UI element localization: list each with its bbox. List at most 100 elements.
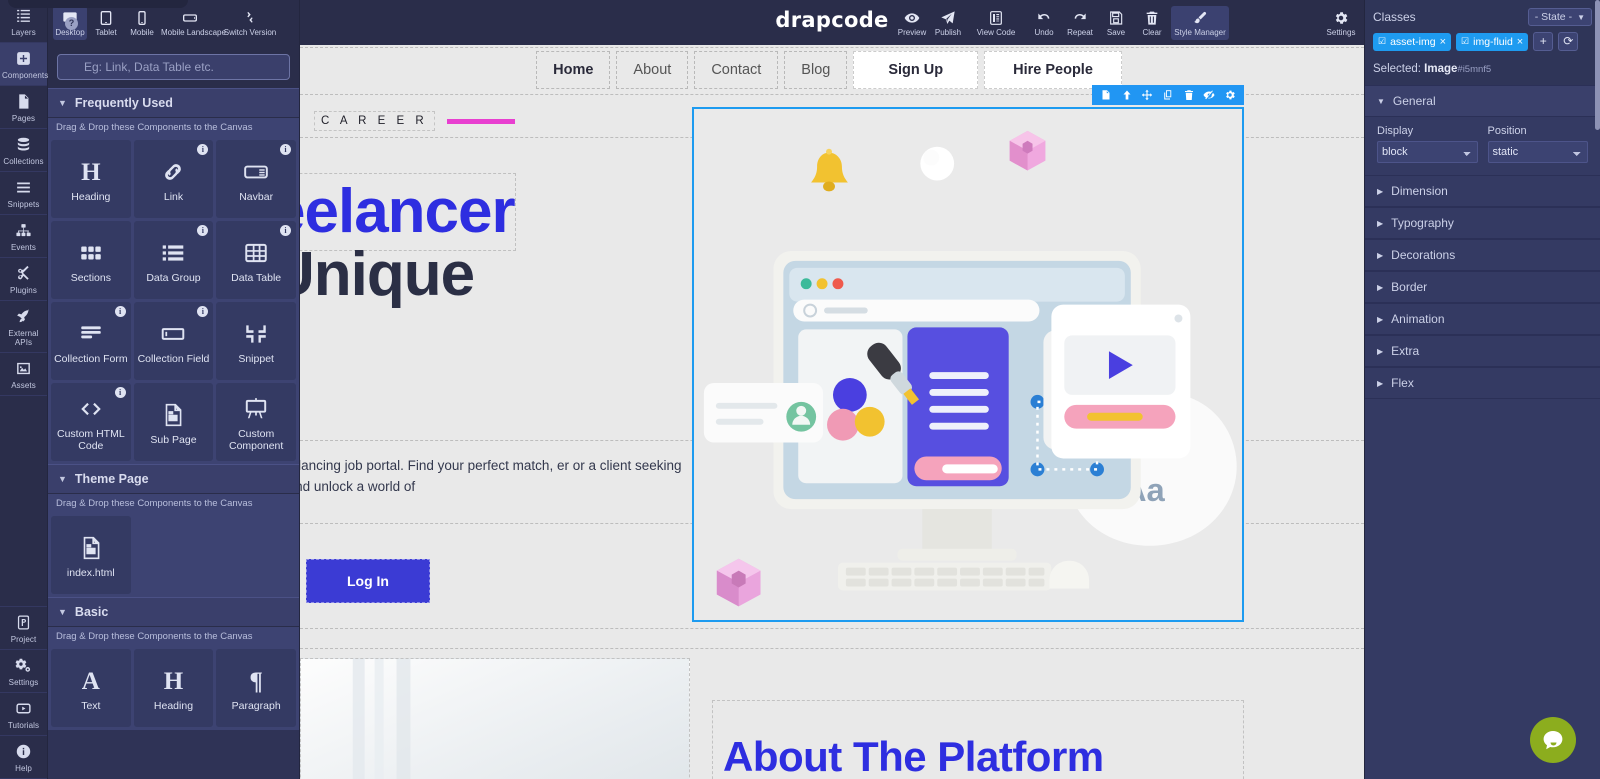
save-button[interactable]: Save bbox=[1099, 6, 1133, 40]
hero-eyebrow: C A R E E R bbox=[314, 111, 435, 131]
switch-version-button[interactable]: Switch Version bbox=[221, 6, 279, 40]
page-viewport[interactable]: Home About Contact Blog Sign Up Hire Peo… bbox=[300, 45, 1364, 779]
nav-item-blog[interactable]: Blog bbox=[784, 51, 848, 89]
sidebar-item-project[interactable]: Project bbox=[0, 607, 47, 650]
component-tile-heading[interactable]: H Heading bbox=[51, 140, 131, 218]
arrow-up-parent-icon[interactable] bbox=[1121, 89, 1133, 101]
sidebar-item-snippets[interactable]: Snippets bbox=[0, 172, 47, 215]
section-header-basic[interactable]: ▼ Basic bbox=[48, 597, 299, 627]
component-tile-link[interactable]: i Link bbox=[133, 140, 214, 218]
move-arrows-icon[interactable] bbox=[1141, 89, 1153, 101]
trash-icon[interactable] bbox=[1183, 89, 1195, 101]
component-tile-snippet[interactable]: Snippet bbox=[216, 302, 296, 380]
preview-button[interactable]: Preview bbox=[895, 6, 929, 40]
info-icon[interactable]: i bbox=[197, 144, 209, 155]
layer-select-icon[interactable] bbox=[1100, 89, 1112, 101]
component-tile-sub-page[interactable]: Sub Page bbox=[133, 383, 214, 461]
accordion-animation[interactable]: ▶ Animation bbox=[1365, 303, 1600, 335]
nav-item-sign-up[interactable]: Sign Up bbox=[853, 51, 979, 89]
device-tablet-button[interactable]: Tablet bbox=[89, 6, 123, 40]
info-icon[interactable]: i bbox=[197, 306, 209, 317]
sidebar-item-tutorials[interactable]: Tutorials bbox=[0, 693, 47, 736]
checkbox-icon[interactable]: ☑ bbox=[1461, 36, 1469, 47]
accordion-decorations[interactable]: ▶ Decorations bbox=[1365, 239, 1600, 271]
accordion-typography[interactable]: ▶ Typography bbox=[1365, 207, 1600, 239]
info-icon[interactable]: i bbox=[279, 225, 291, 236]
hero-text-block: C A R E E R bbox=[300, 111, 684, 131]
section-header-frequently-used[interactable]: ▼ Frequently Used bbox=[48, 88, 299, 118]
sidebar-item-settings[interactable]: Settings bbox=[0, 650, 47, 693]
component-tile-custom-html-code[interactable]: i Custom HTML Code bbox=[51, 383, 131, 461]
repeat-redo-button[interactable]: Repeat bbox=[1063, 6, 1097, 40]
eye-slash-icon[interactable] bbox=[1203, 89, 1215, 101]
nav-item-contact[interactable]: Contact bbox=[694, 51, 779, 89]
undo-button[interactable]: Undo bbox=[1027, 6, 1061, 40]
search-input[interactable] bbox=[57, 54, 290, 80]
sidebar-item-help[interactable]: Help bbox=[0, 736, 47, 779]
panel-scrollbar[interactable] bbox=[1595, 0, 1600, 130]
accordion-flex[interactable]: ▶ Flex bbox=[1365, 367, 1600, 399]
component-label: Heading bbox=[153, 700, 194, 712]
add-class-button[interactable]: + bbox=[1533, 32, 1554, 51]
component-tile-paragraph[interactable]: ¶ Paragraph bbox=[216, 649, 296, 727]
accordion-general[interactable]: ▼ General bbox=[1365, 85, 1600, 117]
view-code-button[interactable]: View Code bbox=[967, 6, 1025, 40]
component-tile-heading-basic[interactable]: H Heading bbox=[133, 649, 214, 727]
accordion-extra[interactable]: ▶ Extra bbox=[1365, 335, 1600, 367]
section-hint: Drag & Drop these Components to the Canv… bbox=[48, 494, 299, 513]
component-tile-collection-form[interactable]: i Collection Form bbox=[51, 302, 131, 380]
class-chip-asset-img[interactable]: ☑ asset-img × bbox=[1373, 32, 1452, 51]
component-label: Paragraph bbox=[231, 700, 281, 712]
sidebar-item-assets[interactable]: Assets bbox=[0, 353, 47, 396]
component-tile-text[interactable]: A Text bbox=[51, 649, 131, 727]
info-icon[interactable]: i bbox=[197, 225, 209, 236]
nav-item-home[interactable]: Home bbox=[536, 51, 611, 89]
info-icon[interactable]: i bbox=[114, 306, 126, 317]
section-header-theme-page[interactable]: ▼ Theme Page bbox=[48, 464, 299, 494]
component-tile-custom-component[interactable]: Custom Component bbox=[216, 383, 296, 461]
clear-button[interactable]: Clear bbox=[1135, 6, 1169, 40]
position-select[interactable]: static bbox=[1487, 141, 1588, 163]
class-chip-img-fluid[interactable]: ☑ img-fluid × bbox=[1456, 32, 1529, 51]
chevron-down-icon: ▼ bbox=[1577, 12, 1585, 22]
nav-item-about[interactable]: About bbox=[616, 51, 689, 89]
style-manager-button[interactable]: Style Manager bbox=[1171, 5, 1229, 40]
state-selector[interactable]: - State - ▼ bbox=[1527, 8, 1592, 26]
sidebar-item-collections[interactable]: Collections bbox=[0, 129, 47, 172]
device-mobile-button[interactable]: Mobile bbox=[125, 6, 159, 40]
gear-icon[interactable] bbox=[1224, 89, 1236, 101]
accordion-dimension[interactable]: ▶ Dimension bbox=[1365, 175, 1600, 207]
component-tile-sections[interactable]: Sections bbox=[51, 221, 131, 299]
sidebar-item-external-apis[interactable]: External APIs bbox=[0, 301, 47, 353]
nav-item-hire-people[interactable]: Hire People bbox=[984, 51, 1122, 89]
component-tile-navbar[interactable]: i Navbar bbox=[216, 140, 296, 218]
about-photo[interactable] bbox=[300, 658, 690, 779]
refresh-classes-button[interactable]: ⟳ bbox=[1558, 32, 1579, 51]
heading-h-icon: H bbox=[81, 158, 101, 186]
components-panel: Desktop Tablet Mobile Mobile Landscape S… bbox=[48, 0, 300, 779]
component-tile-index-html[interactable]: index.html bbox=[51, 516, 131, 594]
chat-support-button[interactable] bbox=[1530, 717, 1576, 763]
sidebar-item-plugins[interactable]: Plugins bbox=[0, 258, 47, 301]
checkbox-icon[interactable]: ☑ bbox=[1378, 36, 1386, 47]
component-tile-data-group[interactable]: i Data Group bbox=[133, 221, 214, 299]
sidebar-item-pages[interactable]: Pages bbox=[0, 86, 47, 129]
component-tile-data-table[interactable]: i Data Table bbox=[216, 221, 296, 299]
publish-button[interactable]: Publish bbox=[931, 6, 965, 40]
sidebar-item-components[interactable]: Components bbox=[0, 43, 48, 86]
device-mobile-landscape-button[interactable]: Mobile Landscape bbox=[161, 6, 226, 40]
info-icon[interactable]: i bbox=[114, 387, 126, 398]
hero-login-button[interactable]: Log In bbox=[306, 559, 430, 603]
remove-class-icon[interactable]: × bbox=[1440, 36, 1446, 48]
about-heading-box[interactable]: About The Platform bbox=[712, 700, 1244, 779]
copy-icon[interactable] bbox=[1162, 89, 1174, 101]
selected-image-block[interactable]: Aa bbox=[692, 107, 1244, 622]
settings-button[interactable]: Settings bbox=[1324, 6, 1358, 40]
info-icon[interactable]: i bbox=[279, 144, 291, 155]
sidebar-item-events[interactable]: Events bbox=[0, 215, 47, 258]
remove-class-icon[interactable]: × bbox=[1517, 36, 1523, 48]
sidebar-label: Events bbox=[10, 243, 37, 252]
display-select[interactable]: block bbox=[1377, 141, 1478, 163]
component-tile-collection-field[interactable]: i Collection Field bbox=[133, 302, 214, 380]
accordion-border[interactable]: ▶ Border bbox=[1365, 271, 1600, 303]
